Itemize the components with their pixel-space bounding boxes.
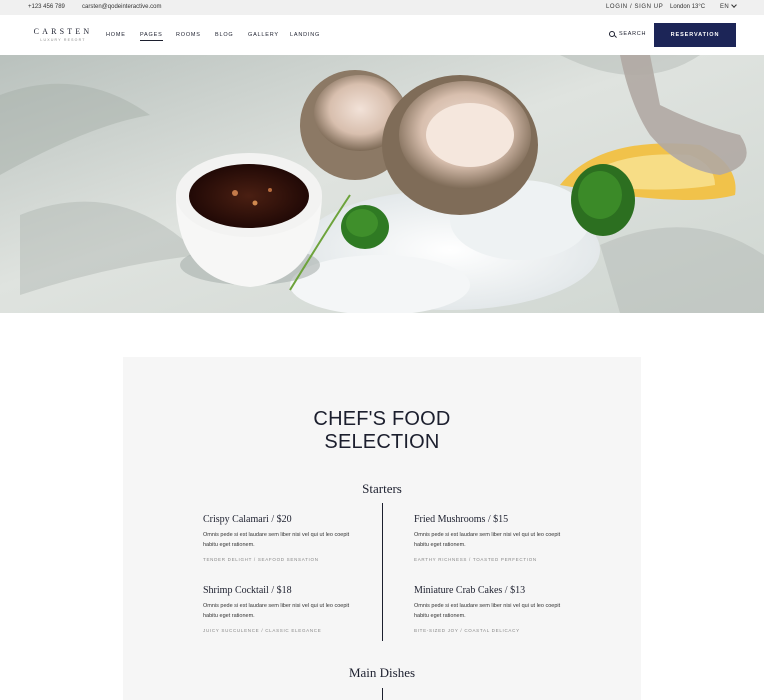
dish-description: Omnis pede si est laudare sem liber nisi…: [414, 603, 561, 619]
dish-name: Crispy Calamari / $20: [203, 514, 292, 525]
hero-image: [0, 55, 764, 313]
dish-tags: EARTHY RICHNESS / TOASTED PERFECTION: [414, 557, 537, 562]
nav-rooms[interactable]: ROOMS: [176, 32, 201, 40]
language-selector[interactable]: EN: [720, 2, 737, 10]
section-title-main-dishes: Main Dishes: [348, 665, 416, 680]
language-label: EN: [720, 4, 730, 10]
dish-item: Shrimp Cocktail / $18 Omnis pede si est …: [203, 585, 373, 633]
search-icon: [609, 31, 615, 37]
dish-item: Crispy Calamari / $20 Omnis pede si est …: [203, 514, 373, 562]
phone-number[interactable]: +123 456 789: [28, 4, 65, 10]
dish-tags: JUICY SUCCULENCE / CLASSIC ELEGANCE: [203, 628, 322, 633]
search-button[interactable]: SEARCH: [609, 31, 646, 37]
dish-tags: TENDER DELIGHT / SEAFOOD SENSATION: [203, 557, 319, 562]
main-header: CARSTEN LUXURY RESORT HOME PAGES ROOMS B…: [0, 15, 764, 55]
menu-card: CHEF'S FOOD SELECTION Starters Crispy Ca…: [123, 357, 641, 700]
column-divider: [382, 688, 383, 700]
menu-title: CHEF'S FOOD SELECTION: [123, 408, 641, 454]
logo-tagline: LUXURY RESORT: [40, 38, 86, 42]
column-divider: [382, 503, 383, 641]
dish-description: Omnis pede si est laudare sem liber nisi…: [203, 603, 350, 619]
section-title-starters: Starters: [362, 481, 402, 496]
logo[interactable]: CARSTEN LUXURY RESORT: [28, 27, 98, 42]
chevron-down-icon: [731, 2, 737, 8]
email-link[interactable]: carsten@qodeinteractive.com: [82, 4, 161, 10]
nav-landing[interactable]: LANDING: [290, 32, 320, 40]
dish-name: Miniature Crab Cakes / $13: [414, 585, 526, 596]
search-label: SEARCH: [619, 31, 647, 37]
dish-tags: BITE-SIZED JOY / COASTAL DELICACY: [414, 628, 520, 633]
nav-blog[interactable]: BLOG: [215, 32, 233, 40]
dish-name: Fried Mushrooms / $15: [414, 514, 509, 525]
dish-description: Omnis pede si est laudare sem liber nisi…: [414, 532, 561, 548]
top-bar: +123 456 789 carsten@qodeinteractive.com…: [0, 0, 764, 15]
dish-item: Fried Mushrooms / $15 Omnis pede si est …: [414, 514, 584, 562]
menu-title-line-1: CHEF'S FOOD: [313, 408, 451, 430]
logo-wordmark: CARSTEN: [33, 27, 93, 36]
nav-pages[interactable]: PAGES: [140, 32, 163, 41]
nav-gallery[interactable]: GALLERY: [248, 32, 279, 40]
nav-home[interactable]: HOME: [106, 32, 126, 40]
oysters-illustration: [0, 55, 764, 313]
weather-info: London 13°C: [670, 4, 706, 10]
dish-item: Miniature Crab Cakes / $13 Omnis pede si…: [414, 585, 584, 633]
login-signup-link[interactable]: LOGIN / SIGN UP: [606, 4, 663, 10]
reservation-button[interactable]: RESERVATION: [654, 23, 736, 47]
menu-title-line-2: SELECTION: [324, 431, 440, 453]
dish-name: Shrimp Cocktail / $18: [203, 585, 292, 596]
dish-description: Omnis pede si est laudare sem liber nisi…: [203, 532, 350, 548]
